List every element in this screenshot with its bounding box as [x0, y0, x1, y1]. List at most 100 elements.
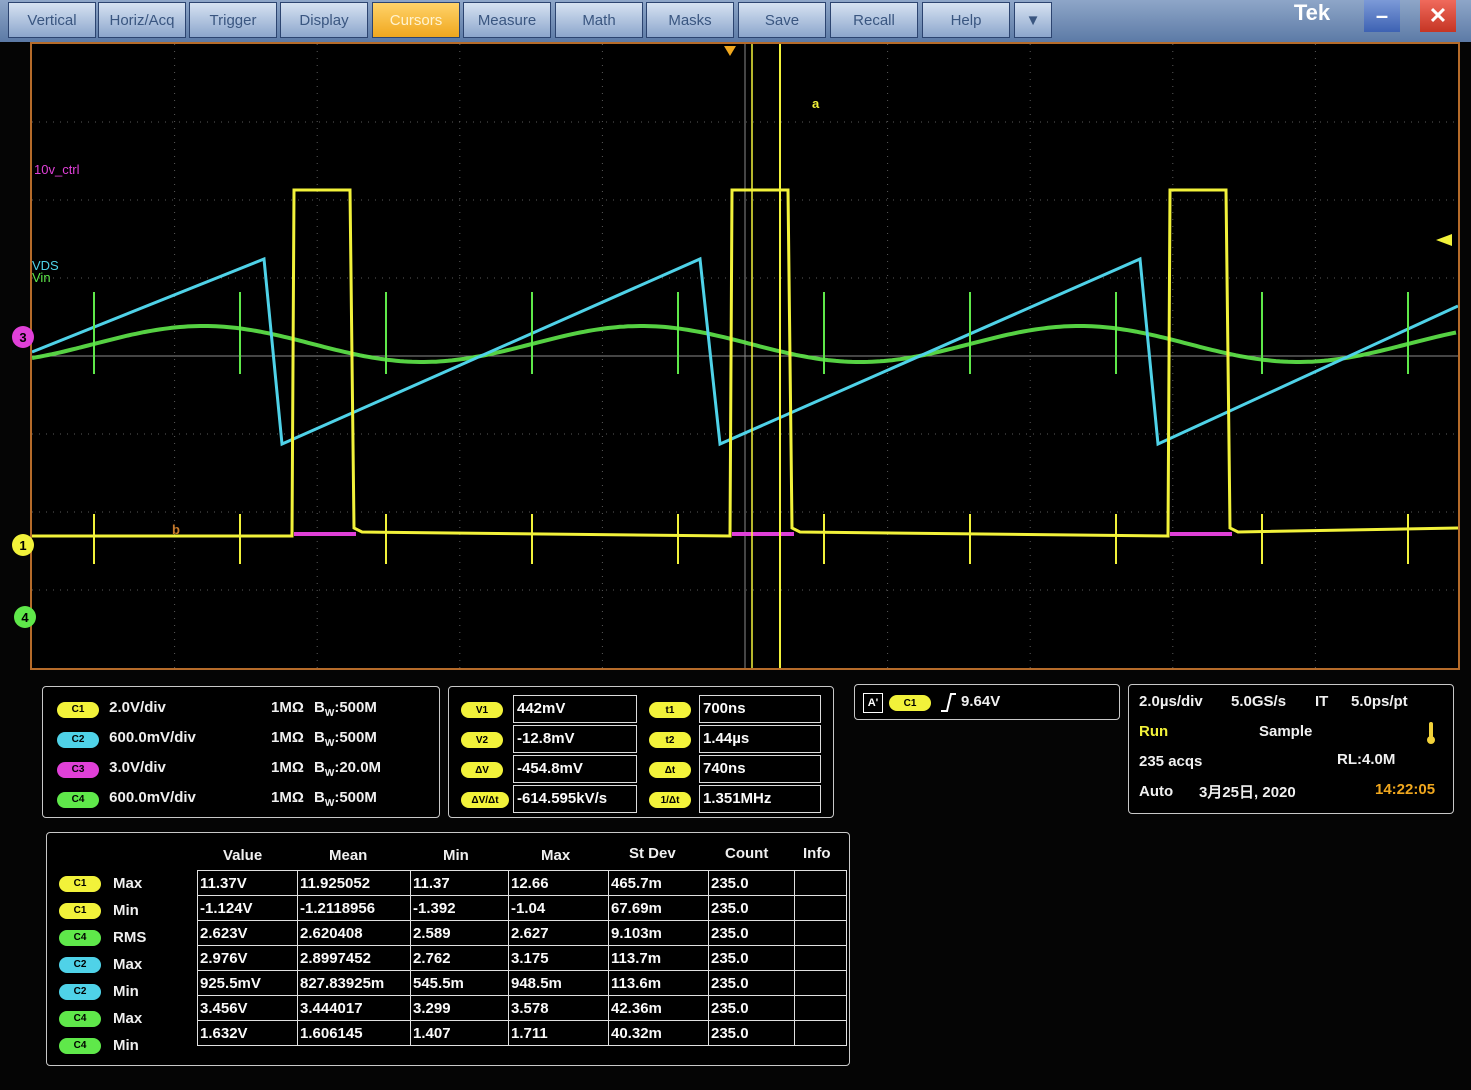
menu-horiz-acq[interactable]: Horiz/Acq	[98, 2, 186, 38]
t1-value: 700ns	[699, 695, 821, 723]
ch2-coupling: 1MΩ BW:500M	[271, 729, 377, 749]
acq-mode: Sample	[1259, 723, 1313, 740]
ch1-settings-row[interactable]: C1 2.0V/div	[57, 699, 166, 718]
menu-measure[interactable]: Measure	[463, 2, 551, 38]
ch4-coupling: 1MΩ BW:500M	[271, 789, 377, 809]
menu-help[interactable]: Help	[922, 2, 1010, 38]
cursor-readout-panel[interactable]: V1 442mV V2 -12.8mV ΔV -454.8mV ΔV/Δt -6…	[448, 686, 834, 818]
table-cell-value: 2.623V	[197, 920, 298, 946]
menu-recall[interactable]: Recall	[830, 2, 918, 38]
ch3-bandwidth: :20.0M	[334, 759, 382, 776]
table-row: 925.5mV 827.83925m 545.5m 948.5m 113.6m 235.0	[197, 970, 847, 996]
t2-pill: t2	[649, 732, 691, 748]
time-resolution: 5.0ps/pt	[1351, 693, 1408, 710]
measurement-row-label[interactable]: C2 Max	[59, 952, 189, 977]
table-cell-info	[794, 870, 847, 896]
ch2-impedance: 1MΩ	[271, 729, 304, 746]
date: 3月25日, 2020	[1199, 784, 1296, 801]
trigger-level: 9.64V	[961, 693, 1001, 710]
ch2-bw-sub: W	[324, 738, 335, 749]
close-button[interactable]: ✕	[1420, 0, 1456, 32]
ch1-pill: C1	[57, 701, 99, 718]
ch1-bandwidth: :500M	[334, 699, 377, 716]
inv-delta-t-value: 1.351MHz	[699, 785, 821, 813]
channel-settings-panel[interactable]: C1 2.0V/div 1MΩ BW:500M C2 600.0mV/div 1…	[42, 686, 440, 818]
ch2-settings-row[interactable]: C2 600.0mV/div	[57, 729, 196, 748]
table-cell-value: 3.456V	[197, 995, 298, 1021]
minimize-button[interactable]: –	[1364, 0, 1400, 32]
measurement-row-label[interactable]: C4 Max	[59, 1006, 189, 1031]
cursor-a-label: a	[812, 96, 820, 111]
ch4-bw-prefix: B	[314, 789, 325, 806]
table-cell-min: 3.299	[410, 995, 509, 1021]
ch4-settings-row[interactable]: C4 600.0mV/div	[57, 789, 196, 808]
ch2-bw-prefix: B	[314, 729, 325, 746]
table-cell-mean: 827.83925m	[297, 970, 411, 996]
table-cell-max: 3.578	[508, 995, 609, 1021]
header-min: Min	[443, 847, 469, 864]
measurement-row-label[interactable]: C1 Max	[59, 871, 189, 896]
tek-logo: Tek	[1293, 0, 1331, 25]
trigger-mode: Auto	[1139, 783, 1174, 800]
table-cell-max: 1.711	[508, 1020, 609, 1046]
table-cell-value: 925.5mV	[197, 970, 298, 996]
table-cell-info	[794, 1020, 847, 1046]
v1-value: 442mV	[513, 695, 637, 723]
ch1-impedance: 1MΩ	[271, 699, 304, 716]
delta-v-value: -454.8mV	[513, 755, 637, 783]
dv-dt-value: -614.595kV/s	[513, 785, 637, 813]
ch1-bw-sub: W	[324, 708, 335, 719]
ch3-settings-row[interactable]: C3 3.0V/div	[57, 759, 166, 778]
table-cell-max: 12.66	[508, 870, 609, 896]
timebase: 2.0µs/div	[1139, 693, 1203, 710]
table-cell-stdev: 40.32m	[608, 1020, 709, 1046]
ch3-bw-sub: W	[324, 768, 335, 779]
menu-masks[interactable]: Masks	[646, 2, 734, 38]
ch2-bandwidth: :500M	[334, 729, 377, 746]
measurement-row-label[interactable]: C2 Min	[59, 979, 189, 1004]
menu-save[interactable]: Save	[738, 2, 826, 38]
header-max: Max	[541, 847, 571, 864]
table-cell-info	[794, 920, 847, 946]
menu-vertical[interactable]: Vertical	[8, 2, 96, 38]
table-cell-count: 235.0	[708, 920, 795, 946]
table-cell-max: 948.5m	[508, 970, 609, 996]
menu-cursors[interactable]: Cursors	[372, 2, 460, 38]
measurement-panel[interactable]: Value Mean Min Max St Dev Count Info C1 M…	[46, 832, 850, 1066]
table-cell-min: -1.392	[410, 895, 509, 921]
measurement-type: Min	[113, 983, 139, 1000]
table-cell-count: 235.0	[708, 995, 795, 1021]
measurement-table: 11.37V 11.925052 11.37 12.66 465.7m 235.0 -1.1…	[197, 870, 847, 1046]
table-cell-mean: 3.444017	[297, 995, 411, 1021]
trigger-panel[interactable]: A' C1 9.64V	[854, 684, 1120, 720]
measurement-row-label[interactable]: C4 RMS	[59, 925, 189, 950]
acquisition-panel[interactable]: 2.0µs/div 5.0GS/s IT 5.0ps/pt Run Sample…	[1128, 684, 1454, 814]
measurement-channel-pill: C4	[59, 1010, 101, 1027]
v2-pill: V2	[461, 732, 503, 748]
measurement-channel-pill: C1	[59, 875, 101, 892]
measurement-type: Max	[113, 1010, 143, 1027]
ch4-bw-sub: W	[324, 798, 335, 809]
table-cell-stdev: 113.7m	[608, 945, 709, 971]
table-cell-min: 545.5m	[410, 970, 509, 996]
menu-more-button[interactable]: ▼	[1014, 2, 1052, 38]
measurement-row-label[interactable]: C4 Min	[59, 1033, 189, 1058]
menu-display[interactable]: Display	[280, 2, 368, 38]
measurement-row-label[interactable]: C1 Min	[59, 898, 189, 923]
ch3-ground-marker[interactable]: 3	[12, 326, 34, 348]
ch4-ground-marker[interactable]: 4	[14, 606, 36, 628]
menu-trigger[interactable]: Trigger	[189, 2, 277, 38]
waveform-display[interactable]: 10v_ctrl VDS Vin a b	[30, 42, 1460, 670]
run-state[interactable]: Run	[1139, 723, 1168, 740]
header-value: Value	[223, 847, 263, 864]
t1-pill: t1	[649, 702, 691, 718]
ch1-ground-marker[interactable]: 1	[12, 534, 34, 556]
t2-value: 1.44µs	[699, 725, 821, 753]
measurement-channel-pill: C2	[59, 956, 101, 973]
measurement-channel-pill: C1	[59, 902, 101, 919]
menu-math[interactable]: Math	[555, 2, 643, 38]
table-cell-min: 11.37	[410, 870, 509, 896]
trigger-level-icon	[1436, 234, 1452, 246]
table-cell-min: 2.762	[410, 945, 509, 971]
thermometer-icon	[1425, 721, 1437, 750]
